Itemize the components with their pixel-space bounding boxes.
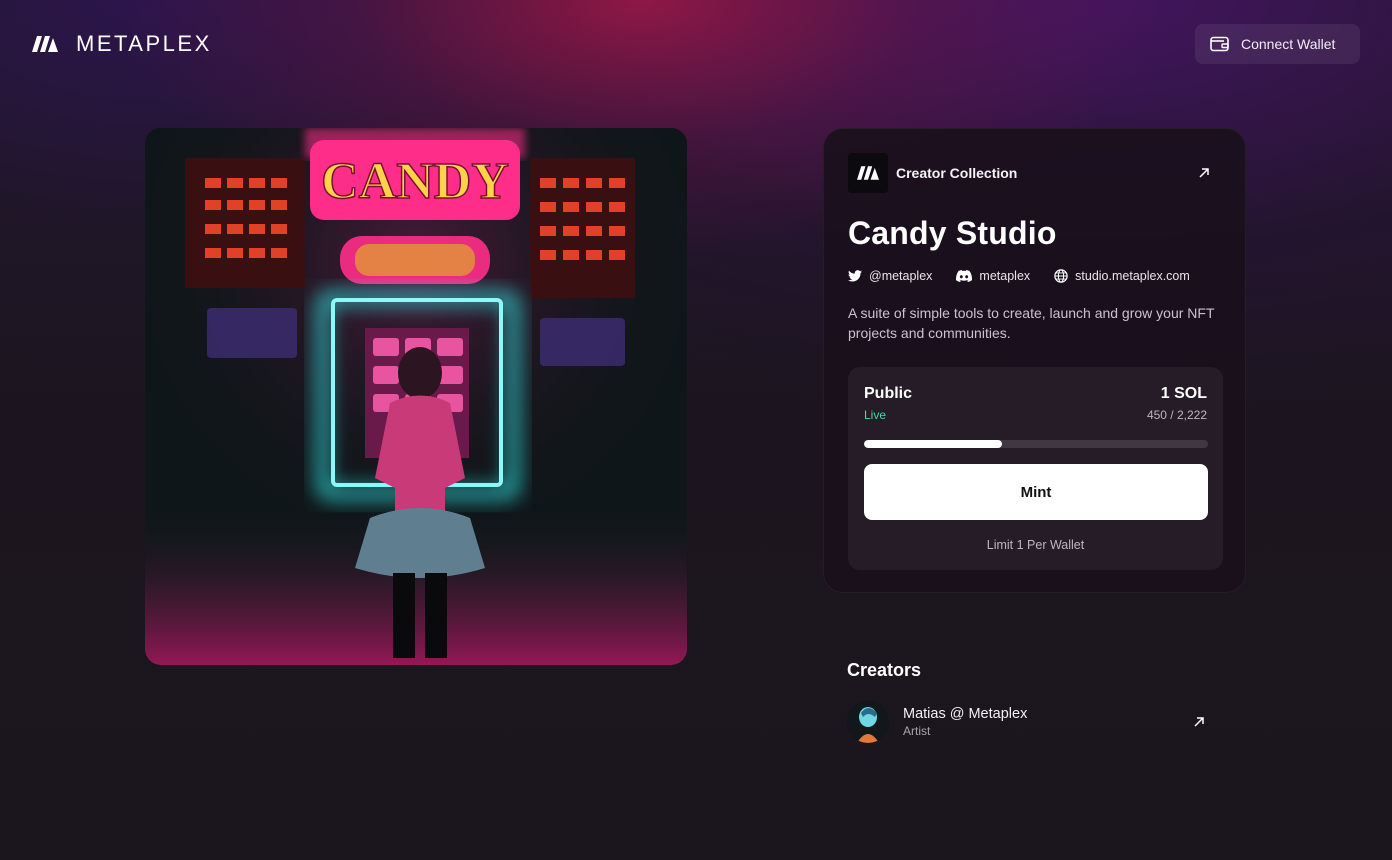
collection-header-row: Creator Collection: [848, 153, 1222, 193]
collection-logo: [848, 153, 888, 193]
collection-card: Creator Collection Candy Studio @metaple…: [823, 128, 1246, 593]
social-link-discord[interactable]: metaplex: [956, 269, 1030, 283]
collection-description: A suite of simple tools to create, launc…: [848, 305, 1215, 341]
creator-name: Matias @ Metaplex: [903, 706, 1028, 722]
globe-icon: [1054, 269, 1068, 283]
creator-item[interactable]: Matias @ Metaplex Artist: [847, 700, 1217, 744]
collection-hero-image: CANDY: [145, 128, 687, 665]
mint-progress-fill: [864, 440, 1002, 448]
connect-wallet-button[interactable]: Connect Wallet: [1195, 24, 1360, 64]
mint-status-badge: Live: [864, 408, 887, 422]
mint-price: 1 SOL: [1160, 385, 1207, 402]
twitter-handle: @metaplex: [869, 269, 933, 283]
collection-title: Candy Studio: [848, 215, 1057, 251]
twitter-icon: [848, 270, 862, 282]
mint-progress-bar: [864, 440, 1208, 448]
discord-handle: metaplex: [979, 269, 1031, 283]
creators-section: Creators Matias @ Metaplex Artist: [847, 660, 1217, 743]
creator-info: Matias @ Metaplex Artist: [903, 706, 1027, 738]
external-link-arrow-icon[interactable]: [1196, 165, 1212, 181]
social-links: @metaplex metaplex studio.metaplex.com: [848, 269, 1214, 283]
metaplex-logo[interactable]: METAPLEX: [32, 31, 212, 56]
website-url: studio.metaplex.com: [1075, 269, 1190, 283]
brand-name: METAPLEX: [76, 31, 212, 56]
social-link-website[interactable]: studio.metaplex.com: [1054, 269, 1190, 283]
candy-sign-text: CANDY: [321, 153, 509, 210]
mint-panel: Public Live 1 SOL 450 / 2,222 Mint Limit…: [848, 367, 1223, 570]
mint-limit-text: Limit 1 Per Wallet: [986, 538, 1085, 552]
metaplex-mark-icon: [857, 166, 879, 180]
connect-wallet-label: Connect Wallet: [1241, 36, 1336, 52]
creators-title: Creators: [847, 660, 922, 680]
discord-icon: [956, 270, 973, 282]
mint-button[interactable]: Mint: [864, 464, 1208, 520]
top-header: METAPLEX Connect Wallet: [0, 0, 1392, 88]
mint-phase: Public: [864, 385, 913, 402]
creator-avatar: [847, 701, 889, 743]
metaplex-mark-icon: [32, 36, 58, 52]
social-link-twitter[interactable]: @metaplex: [848, 269, 932, 283]
wallet-icon: [1210, 36, 1229, 52]
creator-role: Artist: [903, 724, 931, 738]
external-link-arrow-icon[interactable]: [1191, 714, 1207, 730]
collection-label: Creator Collection: [896, 165, 1018, 181]
mint-supply-count: 450 / 2,222: [1146, 408, 1207, 422]
